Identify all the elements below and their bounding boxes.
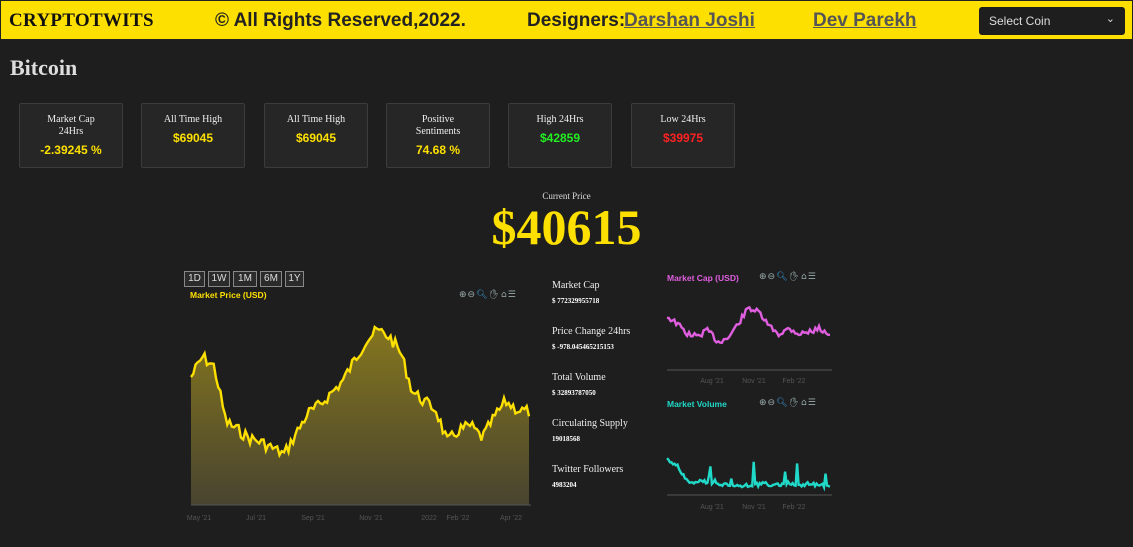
- market-volume-line-series: [666, 457, 831, 492]
- pan-hand-icon[interactable]: ✋︎: [789, 398, 801, 408]
- zoom-in-icon[interactable]: ⊕: [759, 398, 768, 408]
- card-value: 74.68 %: [415, 143, 461, 157]
- designer-link-darshan[interactable]: Darshan Joshi: [624, 10, 755, 32]
- card-all-time-high: All Time High $69045: [141, 103, 245, 168]
- stat-twitter-followers-label: Twitter Followers: [552, 464, 624, 475]
- x-tick-label: Feb '22: [782, 504, 805, 511]
- copyright-text: © All Rights Reserved,2022.: [215, 10, 466, 31]
- card-value: $42859: [539, 131, 581, 145]
- stat-market-cap-label: Market Cap: [552, 280, 600, 291]
- home-icon[interactable]: ⌂: [801, 398, 808, 408]
- market-cap-chart-toolbar: ⊕⊖🔍︎✋︎⌂☰: [759, 272, 817, 282]
- card-high-24h: High 24Hrs $42859: [508, 103, 612, 168]
- x-tick-label: Feb '22: [782, 378, 805, 385]
- market-volume-chart-title: Market Volume: [667, 399, 727, 409]
- magnifier-icon[interactable]: 🔍︎: [776, 398, 788, 408]
- range-button-1d[interactable]: 1D: [184, 271, 205, 287]
- menu-icon[interactable]: ☰: [808, 398, 817, 408]
- designer-link-dev[interactable]: Dev Parekh: [813, 10, 917, 32]
- card-label: Low 24Hrs: [660, 114, 706, 125]
- zoom-in-icon[interactable]: ⊕: [459, 290, 468, 300]
- market-cap-chart-title: Market Cap (USD): [667, 273, 739, 283]
- card-low-24h: Low 24Hrs $39975: [631, 103, 735, 168]
- price-chart: May '21 Jul '21 Sep '21 Nov '21 2022 Feb '22 A…: [187, 324, 531, 522]
- stat-twitter-followers-value: 4983204: [552, 481, 577, 489]
- card-label: Market Cap 24Hrs: [47, 114, 95, 137]
- card-label: Positive Sentiments: [415, 114, 461, 137]
- menu-icon[interactable]: ☰: [508, 290, 517, 300]
- stat-price-change-value: $ -978.045465215153: [552, 343, 614, 351]
- home-icon[interactable]: ⌂: [801, 272, 808, 282]
- zoom-in-icon[interactable]: ⊕: [759, 272, 768, 282]
- brand-logo[interactable]: CRYPTOTWITS: [9, 10, 154, 32]
- pan-hand-icon[interactable]: ✋︎: [489, 290, 501, 300]
- zoom-out-icon[interactable]: ⊖: [468, 290, 477, 300]
- x-tick-label: Nov '21: [742, 504, 766, 511]
- magnifier-icon[interactable]: 🔍︎: [476, 290, 488, 300]
- card-positive-sentiments: Positive Sentiments 74.68 %: [386, 103, 490, 168]
- stat-total-volume-label: Total Volume: [552, 372, 606, 383]
- card-value: $69045: [295, 131, 337, 145]
- x-tick-label: Aug '21: [700, 378, 724, 385]
- coin-title: Bitcoin: [10, 55, 78, 80]
- magnifier-icon[interactable]: 🔍︎: [776, 272, 788, 282]
- stat-total-volume-value: $ 32893787050: [552, 389, 596, 397]
- x-tick-label: 2022: [421, 515, 437, 522]
- card-value: $69045: [172, 131, 214, 145]
- range-button-1w[interactable]: 1W: [208, 271, 230, 287]
- market-volume-chart: Aug '21 Nov '21 Feb '22: [666, 457, 832, 511]
- x-tick-label: Aug '21: [700, 504, 724, 511]
- current-price-value: $40615: [491, 199, 642, 255]
- market-cap-line-series: [666, 305, 830, 345]
- x-tick-label: Jul '21: [246, 515, 266, 522]
- price-area-fill: [191, 327, 529, 505]
- zoom-out-icon[interactable]: ⊖: [768, 398, 777, 408]
- range-button-1y[interactable]: 1Y: [285, 271, 304, 287]
- stat-circulating-supply-value: 19018568: [552, 435, 580, 443]
- range-button-1m[interactable]: 1M: [233, 271, 257, 287]
- designers-label: Designers:: [527, 10, 626, 31]
- x-tick-label: Nov '21: [742, 378, 766, 385]
- price-chart-title: Market Price (USD): [190, 290, 267, 300]
- x-tick-label: Apr '22: [500, 515, 522, 522]
- card-market-cap-24h: Market Cap 24Hrs -2.39245 %: [19, 103, 123, 168]
- card-label: All Time High: [286, 114, 346, 125]
- card-value: $39975: [662, 131, 704, 145]
- menu-icon[interactable]: ☰: [808, 272, 817, 282]
- x-tick-label: Feb '22: [446, 515, 469, 522]
- price-chart-toolbar: ⊕⊖🔍︎✋︎⌂☰: [459, 290, 517, 300]
- coin-select[interactable]: Select Coin ⌄: [979, 7, 1125, 35]
- home-icon[interactable]: ⌂: [501, 290, 508, 300]
- x-tick-label: May '21: [187, 515, 211, 522]
- chevron-down-icon: ⌄: [1105, 13, 1115, 25]
- range-button-6m[interactable]: 6M: [260, 271, 282, 287]
- x-tick-label: Sep '21: [301, 515, 325, 522]
- card-label: All Time High: [163, 114, 223, 125]
- stat-circulating-supply-label: Circulating Supply: [552, 418, 628, 429]
- x-tick-label: Nov '21: [359, 515, 383, 522]
- card-all-time-high-2: All Time High $69045: [264, 103, 368, 168]
- pan-hand-icon[interactable]: ✋︎: [789, 272, 801, 282]
- stat-price-change-label: Price Change 24hrs: [552, 326, 631, 337]
- zoom-out-icon[interactable]: ⊖: [768, 272, 777, 282]
- market-volume-chart-toolbar: ⊕⊖🔍︎✋︎⌂☰: [759, 398, 817, 408]
- card-value: -2.39245 %: [40, 143, 102, 157]
- market-cap-chart: Aug '21 Nov '21 Feb '22: [666, 305, 832, 385]
- coin-select-value: Select Coin: [989, 14, 1051, 28]
- stat-market-cap-value: $ 772329955718: [552, 297, 600, 305]
- header-bar: CRYPTOTWITS © All Rights Reserved,2022. …: [0, 0, 1133, 40]
- card-label: High 24Hrs: [536, 114, 584, 125]
